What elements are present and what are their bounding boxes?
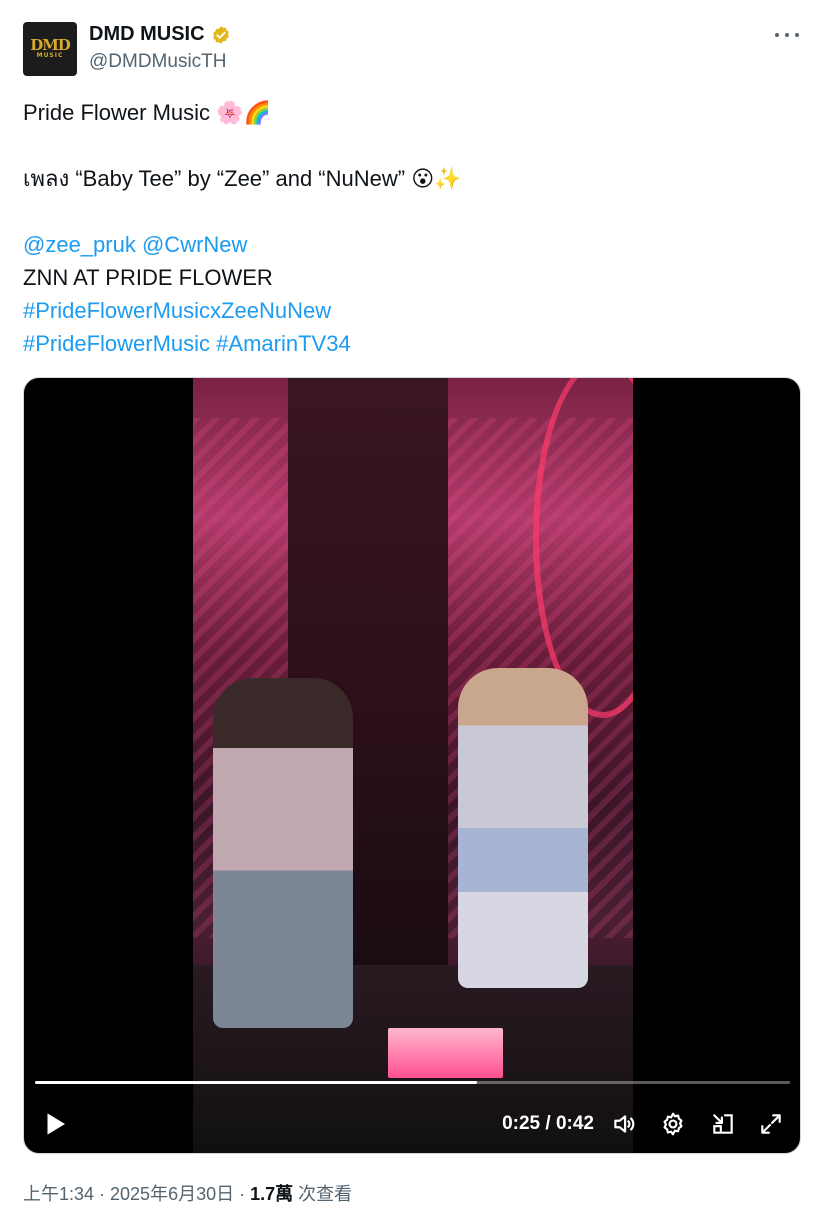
video-player[interactable]: 0:25 / 0:42: [23, 377, 801, 1154]
author-handle[interactable]: @DMDMusicTH: [89, 51, 227, 73]
video-controls: 0:25 / 0:42: [24, 1103, 800, 1147]
mentions-line: @zee_pruk @CwrNew: [23, 228, 798, 261]
avatar-logo-subtext: MUSIC: [36, 52, 64, 59]
avatar-logo-text: DMD: [30, 36, 71, 54]
avatar[interactable]: DMD MUSIC: [23, 22, 77, 76]
video-time: 0:25 / 0:42: [502, 1113, 594, 1134]
verified-badge-icon: [212, 25, 229, 44]
video-progress-fill: [35, 1081, 477, 1084]
text-line-1-content: Pride Flower Music: [23, 100, 217, 125]
tweet-header: DMD MUSIC DMD MUSIC @DMDMusicTH: [23, 20, 803, 78]
hashtag-amarintv34[interactable]: #AmarinTV34: [216, 331, 351, 356]
tweet-text: Pride Flower Music 🌸🌈 เพลง “Baby Tee” by…: [23, 96, 798, 360]
video-progress-bar[interactable]: [35, 1081, 790, 1084]
surprised-sparkles-emoji: 😮✨: [411, 167, 462, 192]
flower-rainbow-emoji: 🌸🌈: [216, 101, 271, 126]
play-icon[interactable]: [40, 1109, 70, 1139]
text-line-2: เพลง “Baby Tee” by “Zee” and “NuNew” 😮✨: [23, 162, 798, 195]
name-row: DMD MUSIC: [89, 23, 231, 46]
performer-left: [213, 678, 353, 1028]
text-line-4: ZNN AT PRIDE FLOWER: [23, 265, 273, 290]
views-count[interactable]: 1.7萬: [250, 1184, 293, 1204]
settings-gear-icon[interactable]: [660, 1111, 686, 1137]
hashtag-prideflowermusicxzeenunew[interactable]: #PrideFlowerMusicxZeeNuNew: [23, 298, 331, 323]
video-frame: [193, 378, 633, 1153]
views-label: 次查看: [293, 1184, 353, 1204]
text-line-1: Pride Flower Music 🌸🌈: [23, 96, 798, 129]
performer-right: [458, 668, 588, 988]
timestamp[interactable]: 上午1:34 · 2025年6月30日 ·: [23, 1184, 250, 1204]
fullscreen-icon[interactable]: [758, 1111, 784, 1137]
hashtag-prideflowermusic[interactable]: #PrideFlowerMusic: [23, 331, 210, 356]
tweet-meta: 上午1:34 · 2025年6月30日 · 1.7萬 次查看: [23, 1180, 352, 1206]
more-options-icon[interactable]: [775, 26, 799, 44]
stage-screen: [388, 1028, 503, 1078]
text-line-2-content: เพลง “Baby Tee” by “Zee” and “NuNew”: [23, 166, 412, 191]
mention-cwrnew[interactable]: @CwrNew: [142, 232, 247, 257]
hashtag-line-2: #PrideFlowerMusic #AmarinTV34: [23, 327, 798, 360]
author-display-name[interactable]: DMD MUSIC: [89, 23, 205, 46]
volume-icon[interactable]: [611, 1111, 637, 1137]
mention-zee-pruk[interactable]: @zee_pruk: [23, 232, 136, 257]
hashtag-line-1: #PrideFlowerMusicxZeeNuNew: [23, 294, 798, 327]
picture-in-picture-icon[interactable]: [710, 1111, 736, 1137]
